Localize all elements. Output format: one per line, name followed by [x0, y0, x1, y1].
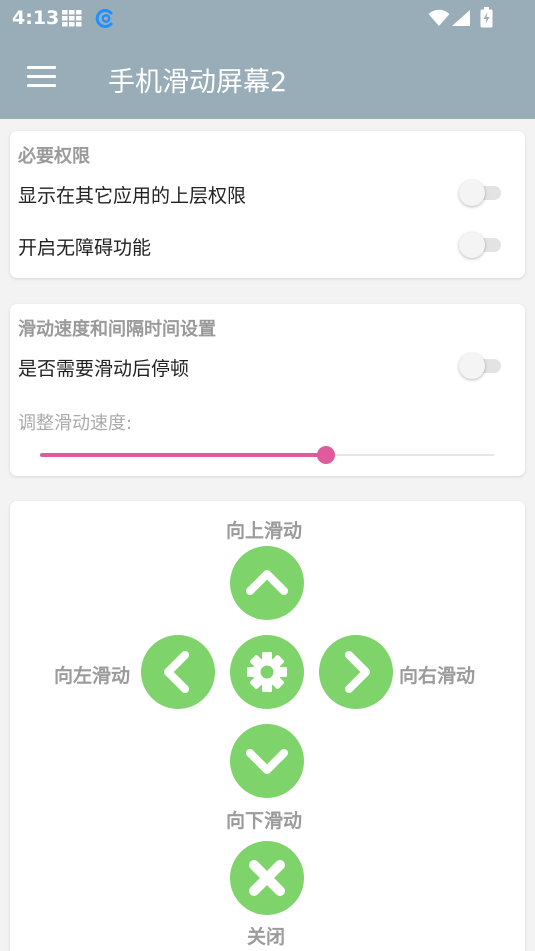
signal-icon [452, 10, 470, 26]
swipe-controls-card: 向上滑动 向左滑动 向右滑动 向下滑动 关闭 [10, 501, 525, 951]
swipe-down-label: 向下滑动 [226, 810, 303, 832]
close-icon [249, 860, 285, 896]
status-time: 4:13 [12, 7, 60, 29]
accessibility-switch[interactable] [459, 230, 501, 260]
gear-icon [247, 652, 287, 692]
close-label: 关闭 [247, 926, 286, 948]
permissions-title: 必要权限 [18, 146, 90, 167]
close-button[interactable] [230, 841, 304, 915]
swipe-up-label: 向上滑动 [226, 520, 303, 542]
slider-fill [40, 453, 326, 457]
menu-icon[interactable] [27, 66, 56, 88]
battery-charging-icon [480, 7, 493, 28]
permissions-card: 必要权限 显示在其它应用的上层权限 开启无障碍功能 [10, 131, 525, 278]
overlay-permission-label: 显示在其它应用的上层权限 [18, 185, 247, 207]
chevron-right-icon [345, 651, 370, 693]
accessibility-label: 开启无障碍功能 [18, 237, 152, 259]
speed-label: 调整滑动速度: [18, 413, 133, 434]
page-title: 手机滑动屏幕2 [108, 67, 288, 98]
pause-after-swipe-switch[interactable] [459, 351, 501, 381]
chevron-up-icon [246, 570, 288, 595]
grid-icon [62, 10, 82, 27]
speed-settings-title: 滑动速度和间隔时间设置 [18, 319, 216, 340]
swipe-right-button[interactable] [319, 635, 393, 709]
slider-knob[interactable] [317, 446, 335, 464]
settings-button[interactable] [230, 635, 304, 709]
speed-settings-card: 滑动速度和间隔时间设置 是否需要滑动后停顿 调整滑动速度: [10, 304, 525, 476]
wifi-icon [428, 9, 450, 26]
overlay-permission-switch[interactable] [459, 178, 501, 208]
chevron-left-icon [164, 651, 189, 693]
swipe-right-label: 向右滑动 [399, 665, 476, 687]
swipe-left-button[interactable] [141, 635, 215, 709]
swipe-up-button[interactable] [230, 546, 304, 620]
status-bar: 4:13 [0, 0, 535, 36]
swipe-left-label: 向左滑动 [54, 665, 131, 687]
swipe-down-button[interactable] [230, 724, 304, 798]
speed-slider[interactable] [40, 444, 494, 466]
app-bar: 手机滑动屏幕2 [0, 36, 535, 119]
pause-after-swipe-label: 是否需要滑动后停顿 [18, 358, 190, 380]
chevron-down-icon [246, 749, 288, 774]
sync-ring-icon [95, 9, 113, 28]
